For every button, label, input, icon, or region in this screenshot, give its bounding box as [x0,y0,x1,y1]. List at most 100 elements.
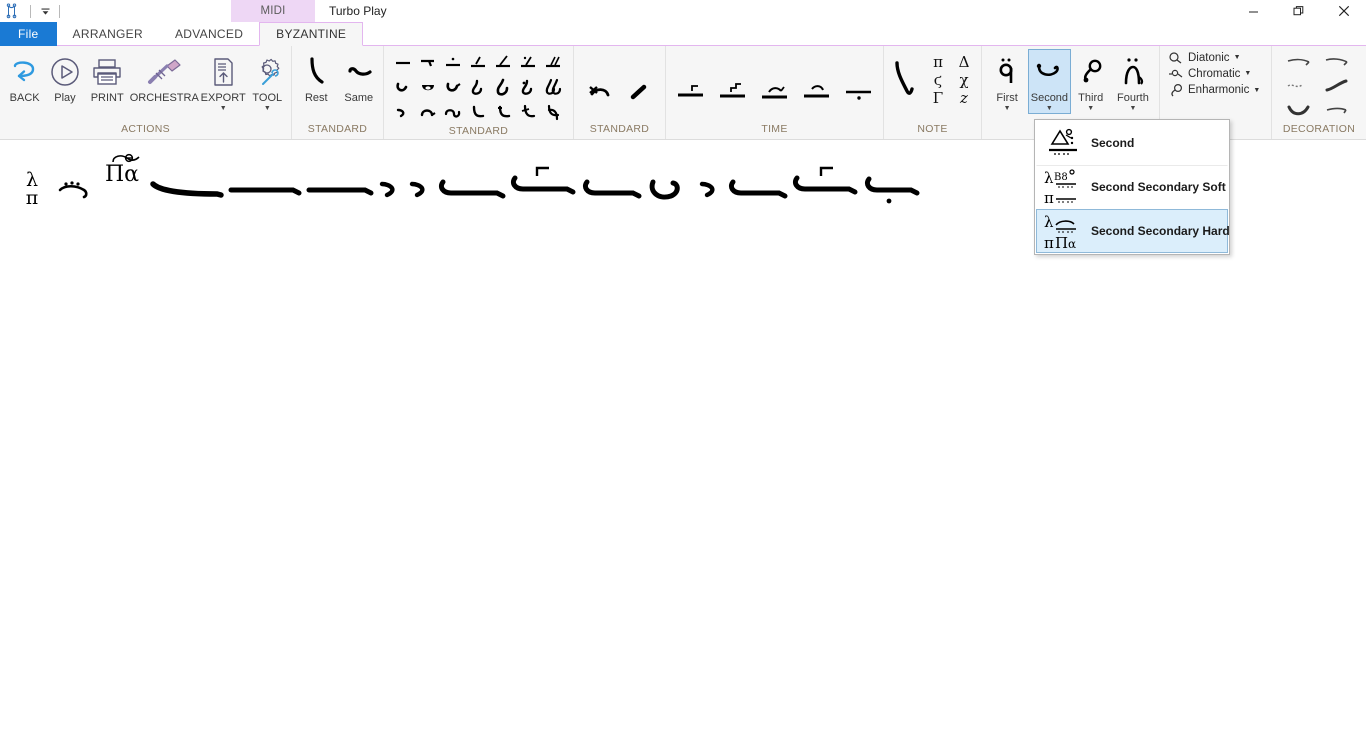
decoration-tile-psifiston[interactable] [1281,50,1319,74]
decoration-tile-endofonon[interactable] [1281,98,1319,122]
neume-tile-apostrofos-small[interactable] [391,100,416,125]
neume-hamili-loop[interactable] [644,158,696,220]
diatonic-caret-icon[interactable]: ▼ [1234,54,1241,61]
tool-button[interactable]: TOOL ▼ [248,49,287,113]
neume-tile-hamili-apostrofos[interactable] [491,75,516,100]
neume-elafron-dot[interactable] [862,158,924,220]
svg-text:π: π [1044,189,1054,207]
neume-tile-kratimata[interactable] [541,100,566,125]
play-button[interactable]: Play [45,49,84,104]
neume-tile-hamili[interactable] [416,75,441,100]
neume-tile-elafron-small[interactable] [416,100,441,125]
fourth-martyria-button[interactable]: Fourth ▼ [1111,49,1155,113]
enharmonic-button[interactable]: Enharmonic ▼ [1166,82,1264,98]
second-caret-icon[interactable]: ▼ [1046,105,1053,113]
decoration-tile-stavros[interactable] [1319,98,1357,122]
tab-advanced[interactable]: ADVANCED [159,22,259,46]
neume-martyria-lambda-pi[interactable]: λ π [10,158,54,220]
export-button[interactable]: EXPORT ▼ [199,49,248,113]
tab-arranger[interactable]: ARRANGER [57,22,159,46]
chromatic-caret-icon[interactable]: ▼ [1244,70,1251,77]
neume-tile-ypporroi[interactable] [516,100,541,125]
time-tile-digorgon-bar[interactable] [796,75,838,109]
rest-button[interactable]: Rest [296,49,337,104]
back-button[interactable]: BACK [4,49,45,104]
neume-tile-grid [391,49,566,125]
neume-tile-kentimata[interactable] [541,50,566,75]
neume-apostrofos-3[interactable] [696,158,726,220]
second-martyria-button[interactable]: Second ▼ [1028,49,1071,114]
neume-ison-2[interactable] [226,158,304,220]
genera-rows: Diatonic ▼ Chromatic ▼ Enharmonic ▼ [1160,46,1268,98]
neume-tile-oligon-double[interactable] [516,50,541,75]
neume-elafron-ison-3[interactable] [726,158,790,220]
first-caret-icon[interactable]: ▼ [1004,105,1011,113]
note-tile-psifiston[interactable] [888,52,921,106]
menu-item-second-secondary-hard[interactable]: λ π Π α Second Secondary Hard [1036,209,1230,253]
enharmonic-caret-icon[interactable]: ▼ [1253,87,1260,94]
decoration-tile-heteron[interactable] [1319,74,1357,98]
note-letter-gamma[interactable]: Γ [925,89,951,107]
close-icon[interactable] [1321,0,1366,22]
same-button[interactable]: Same [339,49,380,104]
neume-apostrofos-2[interactable] [406,158,436,220]
neume-tile-oligon-slash[interactable] [466,50,491,75]
restore-icon[interactable] [1276,0,1321,22]
print-button[interactable]: PRINT [85,49,130,104]
chromatic-button[interactable]: Chromatic ▼ [1166,66,1264,81]
neume-tile-kentima-loop[interactable] [441,100,466,125]
third-caret-icon[interactable]: ▼ [1087,105,1094,113]
menu-item-second-secondary-soft[interactable]: λ B8 π Second Secondary Soft [1036,165,1228,209]
neume-tile-hamili-elafron[interactable] [516,75,541,100]
neume-elafron-ison-1[interactable] [436,158,508,220]
neume-tile-ison[interactable] [391,50,416,75]
neume-tile-petasti[interactable] [491,50,516,75]
tab-file[interactable]: File [0,22,57,46]
minimize-icon[interactable] [1231,0,1276,22]
note-letter-chi[interactable]: χ [951,71,977,89]
neume-tile-elafron-apostrofos[interactable] [466,75,491,100]
time-tile-klasma-bar[interactable] [670,75,712,109]
neume-tile-hook[interactable] [466,100,491,125]
time-tile-aple-dot[interactable] [838,75,880,109]
neume-apostrofos-1[interactable] [376,158,406,220]
neume-elafron-ison-2[interactable] [580,158,644,220]
neume-tile-hook2[interactable] [491,100,516,125]
neume-tile-apostrofos[interactable] [416,50,441,75]
third-martyria-button[interactable]: Third ▼ [1071,49,1111,113]
neume-tile-double-hamili[interactable] [541,75,566,100]
note-letter-pi[interactable]: π [925,53,951,71]
neume-tile-gorgon-cross[interactable] [582,76,620,108]
decoration-tile-omalon[interactable] [1319,50,1357,74]
neume-ison-3[interactable] [304,158,376,220]
menu-item-second[interactable]: Second [1036,121,1228,165]
note-letter-delta[interactable]: Δ [951,53,977,71]
decoration-tile-antikenoma[interactable] [1281,74,1319,98]
note-letter-stigma-label: ϛ [933,70,943,89]
first-martyria-button[interactable]: First ▼ [986,49,1028,113]
second-martyria-label: Second [1030,92,1069,104]
title-bar: MIDI Turbo Play [0,0,1366,22]
time-tile-gorgon-bar[interactable] [754,75,796,109]
gear-wrench-icon [251,53,283,91]
neume-tile-apostrofos-curl[interactable] [441,75,466,100]
orchestra-button[interactable]: ORCHESTRA [130,49,199,104]
export-caret-icon[interactable]: ▼ [220,105,227,113]
diatonic-button[interactable]: Diatonic ▼ [1166,50,1264,65]
note-letter-zeta[interactable]: z [951,89,977,107]
neume-tile-elafron[interactable] [391,75,416,100]
neume-tile-oligon-kentima[interactable] [441,50,466,75]
neume-tile-slash-stroke[interactable] [620,76,658,108]
neume-ison-1[interactable] [148,158,226,220]
neume-elafron-klasma-2[interactable] [790,158,862,220]
fourth-caret-icon[interactable]: ▼ [1129,105,1136,113]
neume-pa-martyria[interactable]: Πα [96,153,148,220]
tab-byzantine[interactable]: BYZANTINE [259,22,364,46]
neume-elafron-klasma-1[interactable] [508,158,580,220]
neume-gorgon-group[interactable] [54,158,96,220]
chevron-down-icon[interactable] [36,1,54,21]
time-tile-klasma-step[interactable] [712,75,754,109]
byzantine-note-icon[interactable] [3,1,25,21]
tool-caret-icon[interactable]: ▼ [264,105,271,113]
note-letter-stigma[interactable]: ϛ [925,71,951,89]
